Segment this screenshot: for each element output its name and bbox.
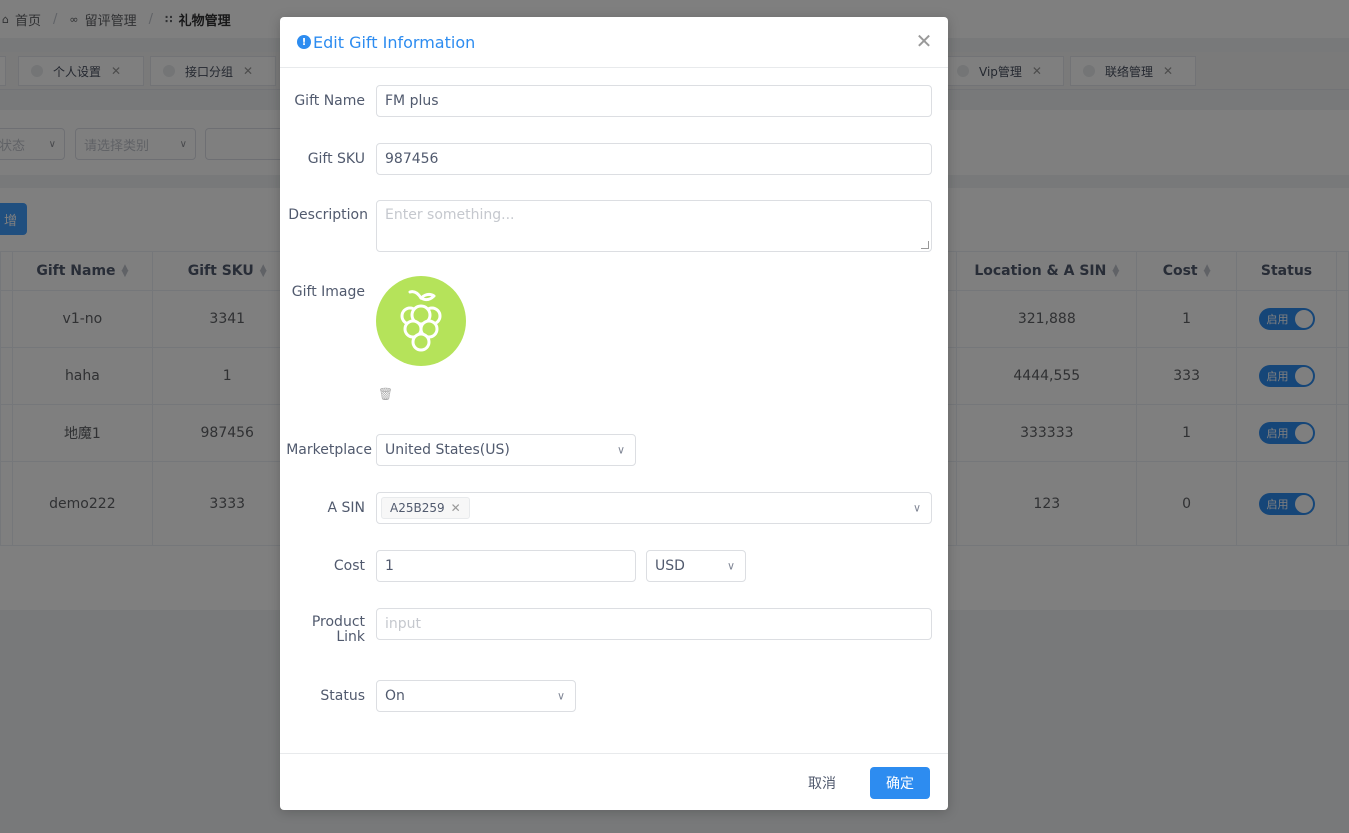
marketplace-select[interactable]: United States(US) ∨: [376, 434, 636, 466]
chevron-down-icon: ∨: [912, 501, 921, 515]
status-select[interactable]: On ∨: [376, 680, 576, 712]
asin-tag-label: A25B259: [390, 501, 445, 515]
description-label: Description: [288, 207, 368, 223]
description-textarea[interactable]: Enter something...: [376, 200, 932, 252]
chevron-down-icon: ∨: [556, 689, 565, 703]
status-label: Status: [320, 688, 365, 704]
close-icon[interactable]: ✕: [451, 501, 461, 515]
currency-value: USD: [655, 558, 685, 574]
product-link-input[interactable]: input: [376, 608, 932, 640]
chevron-down-icon: ∨: [616, 443, 625, 457]
modal-header: ! Edit Gift Information ✕: [280, 17, 948, 68]
trash-icon[interactable]: 🗑: [378, 387, 393, 401]
form-row-gift-sku: Gift SKU 987456: [280, 143, 948, 175]
close-icon[interactable]: ✕: [915, 31, 933, 51]
cost-input[interactable]: 1: [376, 550, 636, 582]
product-link-placeholder: input: [385, 616, 422, 632]
product-link-label-line1: Product: [311, 614, 365, 630]
info-icon: !: [297, 35, 311, 49]
marketplace-label: Marketplace: [286, 442, 372, 458]
form-row-asin: A SIN A25B259 ✕ ∨: [280, 492, 948, 524]
form-row-gift-name: Gift Name FM plus: [280, 85, 948, 117]
edit-gift-modal: ! Edit Gift Information ✕ Gift Name FM p…: [280, 17, 948, 810]
cost-label: Cost: [333, 558, 365, 574]
form-row-marketplace: Marketplace United States(US) ∨: [280, 434, 948, 466]
gift-sku-input[interactable]: 987456: [376, 143, 932, 175]
status-value: On: [385, 688, 405, 704]
form-row-status: Status On ∨: [280, 680, 948, 712]
confirm-button[interactable]: 确定: [870, 767, 930, 799]
cancel-button[interactable]: 取消: [792, 767, 852, 799]
resize-handle-icon[interactable]: [921, 241, 929, 249]
asin-multiselect[interactable]: A25B259 ✕ ∨: [376, 492, 932, 524]
form-row-product-link: Product Link input: [280, 608, 948, 645]
gift-name-input[interactable]: FM plus: [376, 85, 932, 117]
currency-select[interactable]: USD ∨: [646, 550, 746, 582]
asin-label: A SIN: [327, 500, 365, 516]
modal-title: ! Edit Gift Information: [297, 33, 475, 52]
gift-name-value: FM plus: [385, 93, 439, 109]
gift-image-label: Gift Image: [291, 284, 365, 300]
product-link-label-line2: Link: [336, 629, 365, 645]
gift-sku-label: Gift SKU: [307, 151, 365, 167]
chevron-down-icon: ∨: [726, 559, 735, 573]
grapes-icon: [400, 290, 442, 352]
modal-title-text: Edit Gift Information: [313, 32, 476, 52]
gift-image: [376, 276, 466, 366]
product-link-label: Product Link: [280, 608, 376, 645]
asin-tag: A25B259 ✕: [381, 497, 470, 519]
marketplace-value: United States(US): [385, 442, 510, 458]
description-placeholder: Enter something...: [385, 207, 515, 223]
form-row-description: Description Enter something...: [280, 200, 948, 252]
modal-footer: 取消 确定: [280, 753, 948, 810]
gift-name-label: Gift Name: [294, 93, 365, 109]
cost-value: 1: [385, 558, 394, 574]
form-row-cost: Cost 1 USD ∨: [280, 550, 948, 582]
gift-sku-value: 987456: [385, 151, 439, 167]
